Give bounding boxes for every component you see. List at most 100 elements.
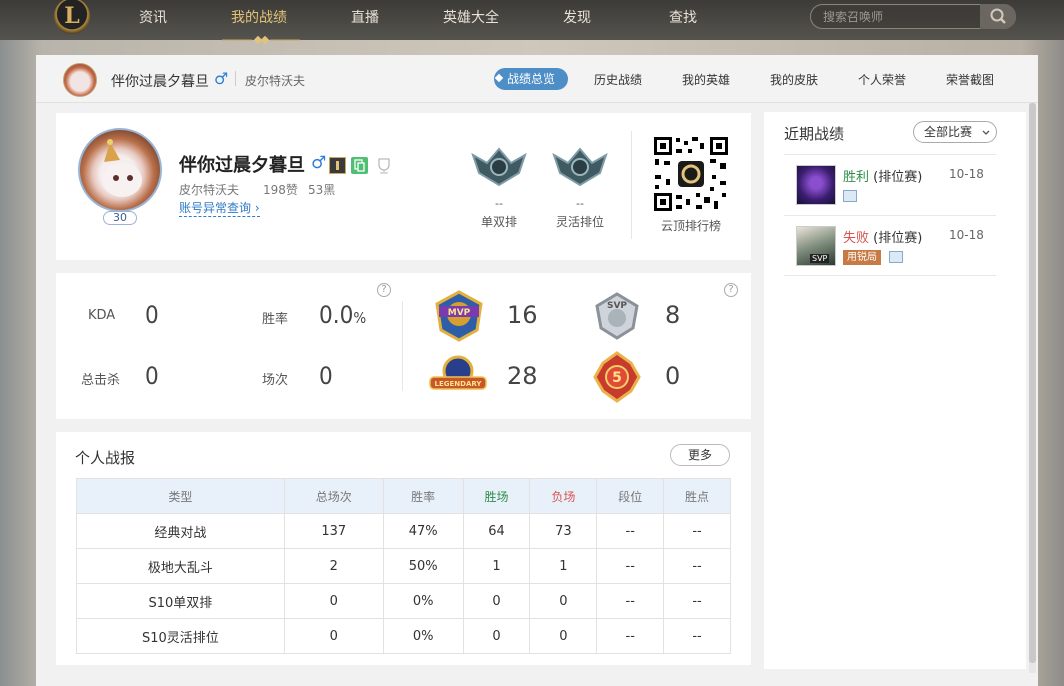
tab-honors[interactable]: 个人荣誉 <box>858 71 906 88</box>
help-icon[interactable]: ? <box>724 283 738 297</box>
nav-search[interactable]: 查找 <box>669 7 697 27</box>
blacks-count: 53黑 <box>308 183 336 197</box>
account-anomaly-link[interactable]: 账号异常查询 › <box>179 199 260 217</box>
tab-overview[interactable]: 战绩总览 <box>494 68 569 90</box>
nav-champions[interactable]: 英雄大全 <box>443 7 499 27</box>
tab-my-skins[interactable]: 我的皮肤 <box>770 71 818 88</box>
table-cell: 0% <box>382 583 464 619</box>
table-cell: -- <box>663 618 731 654</box>
total-kills-value: 0 <box>145 362 159 390</box>
poro-icon <box>102 139 142 197</box>
main-panel: 伴你过晨夕暮旦 ♂ 皮尔特沃夫 战绩总览 历史战绩 我的英雄 我的皮肤 个人荣誉… <box>36 55 1038 686</box>
match-date: 10-18 <box>949 228 984 242</box>
active-nav-indicator <box>222 36 300 44</box>
nav-my-record[interactable]: 我的战绩 <box>231 7 287 27</box>
stats-card: KDA 0 胜率 0.0% 总击杀 0 场次 0 ? MVP 16 SVP 8 … <box>56 273 751 419</box>
table-cell: 经典对战 <box>76 513 285 549</box>
personal-report-card: 个人战报 更多 类型 总场次 胜率 胜场 负场 段位 胜点 经典对战 137 47%… <box>56 432 751 665</box>
summoner-level: 30 <box>103 211 137 225</box>
table-cell: -- <box>663 513 731 549</box>
summoner-avatar-small <box>63 63 97 97</box>
match-date: 10-18 <box>949 167 984 181</box>
help-icon[interactable]: ? <box>377 283 391 297</box>
chevron-down-icon <box>982 130 990 135</box>
table-row: S10灵活排位 0 0% 0 0 -- -- <box>76 618 731 654</box>
legendary-medal-icon: LEGENDARY <box>429 355 487 390</box>
flex-rank-emblem-icon <box>552 147 608 187</box>
kda-value: 0 <box>145 301 159 329</box>
nav-live[interactable]: 直播 <box>351 7 379 27</box>
solo-rank-value: -- <box>495 197 503 210</box>
col-losses: 负场 <box>529 478 598 514</box>
col-type: 类型 <box>76 478 285 514</box>
likes-count: 198赞 <box>263 183 298 197</box>
table-cell: 0 <box>283 618 384 654</box>
summoner-search-input[interactable] <box>823 9 983 25</box>
col-tier: 段位 <box>596 478 665 514</box>
table-cell: 2 <box>283 548 384 584</box>
table-cell: S10灵活排位 <box>76 618 285 654</box>
qr-code-icon[interactable] <box>652 135 730 213</box>
trophy-icon[interactable] <box>374 157 391 174</box>
match-result-loss: 失败 <box>843 231 870 246</box>
mvp-count: 16 <box>507 301 538 329</box>
tab-history[interactable]: 历史战绩 <box>594 71 642 88</box>
col-winrate: 胜率 <box>382 478 464 514</box>
league-logo[interactable]: L <box>54 0 90 34</box>
match-mode: (排位赛) <box>873 231 923 246</box>
svp-medal-text: SVP <box>607 301 627 311</box>
scrollbar[interactable] <box>1029 103 1036 673</box>
search-button[interactable] <box>980 4 1016 29</box>
pentakill-medal-icon: 5 <box>593 351 641 403</box>
nav-news[interactable]: 资讯 <box>139 7 167 27</box>
table-cell: -- <box>663 548 731 584</box>
pentakill-count: 0 <box>665 362 681 390</box>
match-filter-dropdown[interactable]: 全部比赛 <box>913 121 997 143</box>
summoner-name: 伴你过晨夕暮旦 <box>111 74 209 90</box>
profile-card: 30 伴你过晨夕暮旦 ♂ 皮尔特沃夫 198赞 53黑 账号异常查询 › -- … <box>56 113 751 260</box>
table-cell: 0% <box>382 618 464 654</box>
filter-label: 全部比赛 <box>924 125 973 139</box>
image-icon[interactable] <box>843 190 857 202</box>
tft-leaderboard-label: 云顶排行榜 <box>660 219 721 233</box>
games-value: 0 <box>319 362 333 390</box>
divider <box>402 301 403 391</box>
table-cell: 0 <box>529 618 598 654</box>
table-cell: -- <box>596 618 665 654</box>
table-row: S10单双排 0 0% 0 0 -- -- <box>76 583 731 619</box>
table-cell: -- <box>596 583 665 619</box>
champion-portrait: SVP <box>796 226 836 266</box>
male-icon: ♂ <box>214 69 229 88</box>
col-lp: 胜点 <box>663 478 731 514</box>
table-cell: 137 <box>283 513 384 549</box>
table-row: 极地大乱斗 2 50% 1 1 -- -- <box>76 548 731 584</box>
table-cell: 50% <box>382 548 464 584</box>
copy-icon[interactable] <box>351 157 368 174</box>
male-icon: ♂ <box>311 153 327 173</box>
table-cell: 1 <box>462 548 531 584</box>
match-result-win: 胜利 <box>843 170 870 185</box>
image-icon[interactable] <box>889 251 903 263</box>
legendary-medal-text: LEGENDARY <box>435 380 483 388</box>
table-cell: 0 <box>529 583 598 619</box>
scrollbar-thumb[interactable] <box>1029 103 1036 663</box>
tab-my-champions[interactable]: 我的英雄 <box>682 71 730 88</box>
match-result: 胜利 (排位赛) <box>843 166 922 185</box>
tab-honor-screenshots[interactable]: 荣誉截图 <box>946 71 994 88</box>
svp-count: 8 <box>665 301 681 329</box>
winrate-number: 0.0 <box>319 301 354 329</box>
table-header-row: 类型 总场次 胜率 胜场 负场 段位 胜点 <box>76 478 731 514</box>
table-cell: -- <box>596 548 665 584</box>
report-table: 类型 总场次 胜率 胜场 负场 段位 胜点 经典对战 137 47% 64 73 -- --… <box>76 478 731 654</box>
nav-discover[interactable]: 发现 <box>563 7 591 27</box>
table-cell: 0 <box>283 583 384 619</box>
rank-badge-icon <box>329 157 346 174</box>
server-name: 皮尔特沃夫 <box>245 74 306 88</box>
match-list-item[interactable]: SVP 失败 (排位赛) 10-18 用锐局 <box>784 215 996 276</box>
profile-name: 伴你过晨夕暮旦 <box>179 155 305 176</box>
more-button[interactable]: 更多 <box>670 444 730 466</box>
match-list-item[interactable]: 胜利 (排位赛) 10-18 <box>784 154 996 215</box>
kda-label: KDA <box>88 308 116 323</box>
pentakill-medal-text: 5 <box>612 370 622 386</box>
table-cell: 1 <box>529 548 598 584</box>
